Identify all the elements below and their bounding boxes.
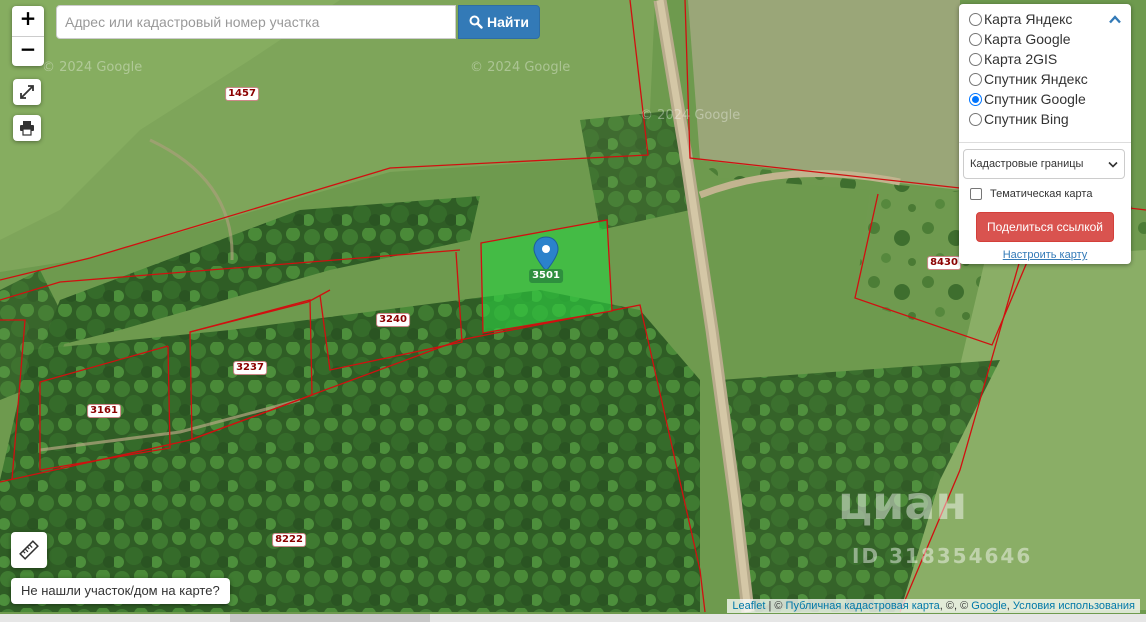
layer-option-label: Карта 2GIS bbox=[984, 51, 1058, 67]
radio-button-selected[interactable] bbox=[969, 92, 982, 106]
overlay-select-value: Кадастровые границы bbox=[970, 158, 1084, 170]
print-button[interactable] bbox=[13, 115, 41, 141]
divider bbox=[959, 142, 1131, 143]
attribution-separator: | © bbox=[765, 600, 786, 612]
parcel-label[interactable]: 3240 bbox=[376, 313, 410, 327]
search-button-label: Найти bbox=[487, 14, 529, 30]
thematic-map-label: Тематическая карта bbox=[990, 188, 1093, 200]
measure-button[interactable] bbox=[11, 532, 47, 568]
map-attribution: Leaflet | © Публичная кадастровая карта,… bbox=[727, 599, 1140, 613]
share-link-button[interactable]: Поделиться ссылкой bbox=[976, 212, 1114, 242]
imagery-copyright: © 2024 Google bbox=[470, 60, 571, 75]
layer-option-label: Спутник Bing bbox=[984, 111, 1069, 127]
layer-option-label: Спутник Google bbox=[984, 91, 1086, 107]
watermark-id: ID 318354646 bbox=[852, 544, 1033, 568]
ruler-icon bbox=[19, 540, 39, 560]
radio-button[interactable] bbox=[969, 112, 982, 126]
search-icon bbox=[469, 15, 483, 29]
fullscreen-button[interactable] bbox=[13, 79, 41, 105]
layer-option-label: Карта Яндекс bbox=[984, 11, 1073, 27]
search-input[interactable] bbox=[56, 5, 456, 39]
collapse-panel-button[interactable] bbox=[1109, 12, 1121, 27]
parcel-label-selected[interactable]: 3501 bbox=[529, 269, 563, 283]
thematic-map-checkbox[interactable] bbox=[970, 188, 982, 200]
search-button[interactable]: Найти bbox=[458, 5, 540, 39]
zoom-control: + − bbox=[12, 6, 44, 66]
layer-option-google-map[interactable]: Карта Google bbox=[967, 29, 1123, 49]
search-bar: Найти bbox=[56, 5, 540, 39]
zoom-in-button[interactable]: + bbox=[12, 6, 44, 36]
radio-button[interactable] bbox=[969, 32, 982, 46]
layer-option-bing-satellite[interactable]: Спутник Bing bbox=[967, 109, 1123, 129]
leaflet-link[interactable]: Leaflet bbox=[732, 600, 765, 612]
scrollbar-thumb[interactable] bbox=[230, 614, 430, 622]
layer-option-google-satellite[interactable]: Спутник Google bbox=[967, 89, 1123, 109]
print-icon bbox=[20, 121, 34, 136]
parcel-label[interactable]: 3161 bbox=[87, 404, 121, 418]
watermark-logo: циан bbox=[838, 476, 968, 530]
layer-option-yandex-satellite[interactable]: Спутник Яндекс bbox=[967, 69, 1123, 89]
terms-link[interactable]: Условия использования bbox=[1013, 600, 1135, 612]
attribution-text: , ©, © bbox=[939, 600, 972, 612]
imagery-copyright: © 2024 Google bbox=[42, 60, 143, 75]
bottom-scrollbar[interactable] bbox=[0, 614, 1146, 622]
thematic-map-option: Тематическая карта bbox=[967, 188, 1123, 200]
cadastral-map-link[interactable]: Публичная кадастровая карта bbox=[786, 600, 940, 612]
overlay-select[interactable]: Кадастровые границы bbox=[963, 149, 1125, 179]
layer-option-yandex-map[interactable]: Карта Яндекс bbox=[967, 9, 1123, 29]
zoom-out-button[interactable]: − bbox=[12, 36, 44, 66]
layer-option-label: Спутник Яндекс bbox=[984, 71, 1088, 87]
imagery-copyright: © 2024 Google bbox=[640, 108, 741, 123]
chevron-down-icon bbox=[1108, 161, 1118, 168]
radio-button[interactable] bbox=[969, 72, 982, 86]
google-link[interactable]: Google bbox=[971, 600, 1006, 612]
layer-option-label: Карта Google bbox=[984, 31, 1071, 47]
radio-button[interactable] bbox=[969, 52, 982, 66]
not-found-button[interactable]: Не нашли участок/дом на карте? bbox=[11, 578, 230, 604]
layers-panel: Карта Яндекс Карта Google Карта 2GIS Спу… bbox=[959, 4, 1131, 264]
radio-button[interactable] bbox=[969, 12, 982, 26]
parcel-label[interactable]: 8222 bbox=[272, 533, 306, 547]
parcel-label[interactable]: 8430 bbox=[927, 256, 961, 270]
configure-map-link[interactable]: Настроить карту bbox=[967, 249, 1123, 261]
parcel-label[interactable]: 1457 bbox=[225, 87, 259, 101]
layer-option-2gis-map[interactable]: Карта 2GIS bbox=[967, 49, 1123, 69]
expand-icon bbox=[20, 85, 34, 99]
chevron-up-icon bbox=[1109, 15, 1121, 24]
parcel-label[interactable]: 3237 bbox=[233, 361, 267, 375]
